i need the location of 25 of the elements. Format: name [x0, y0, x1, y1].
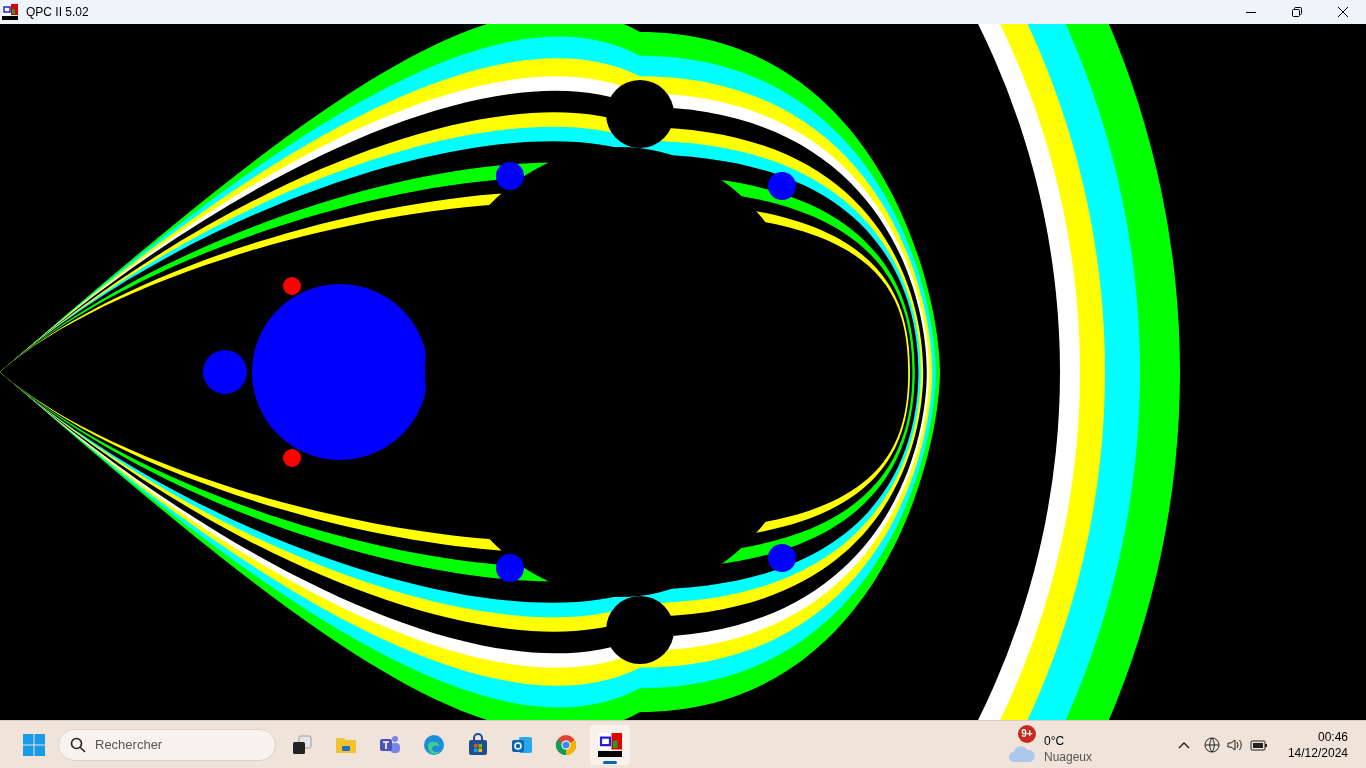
- shopping-bag-icon: [466, 732, 490, 757]
- close-icon: [1338, 7, 1348, 17]
- browser-icon: [554, 732, 578, 757]
- globe-icon[interactable]: [1204, 736, 1221, 753]
- time-text: 00:46: [1317, 728, 1348, 745]
- date-text: 14/12/2024: [1287, 744, 1348, 761]
- search-icon: [70, 736, 86, 753]
- weather-widget[interactable]: 9+ 0°C Nuageux: [1008, 724, 1093, 765]
- app-icon: [2, 4, 18, 20]
- windows-logo-icon: [22, 732, 46, 757]
- minimize-icon: [1246, 11, 1256, 13]
- active-indicator: [603, 760, 617, 764]
- notification-badge: 9+: [1018, 724, 1036, 743]
- weather-text: Nuageux: [1044, 748, 1093, 765]
- task-view-icon: [290, 732, 314, 757]
- chevron-up-icon: [1178, 740, 1191, 749]
- app-icon: [598, 732, 622, 757]
- clock[interactable]: 00:46 14/12/2024: [1287, 728, 1348, 761]
- browser-icon: [422, 732, 446, 757]
- restore-icon: [1292, 7, 1302, 17]
- temperature-text: 0°C: [1044, 732, 1066, 749]
- window-title: QPC II 5.02: [26, 4, 89, 21]
- speaker-icon[interactable]: [1226, 736, 1245, 753]
- taskbar-app-button[interactable]: [590, 724, 630, 765]
- search-field[interactable]: Rechercher: [58, 728, 276, 761]
